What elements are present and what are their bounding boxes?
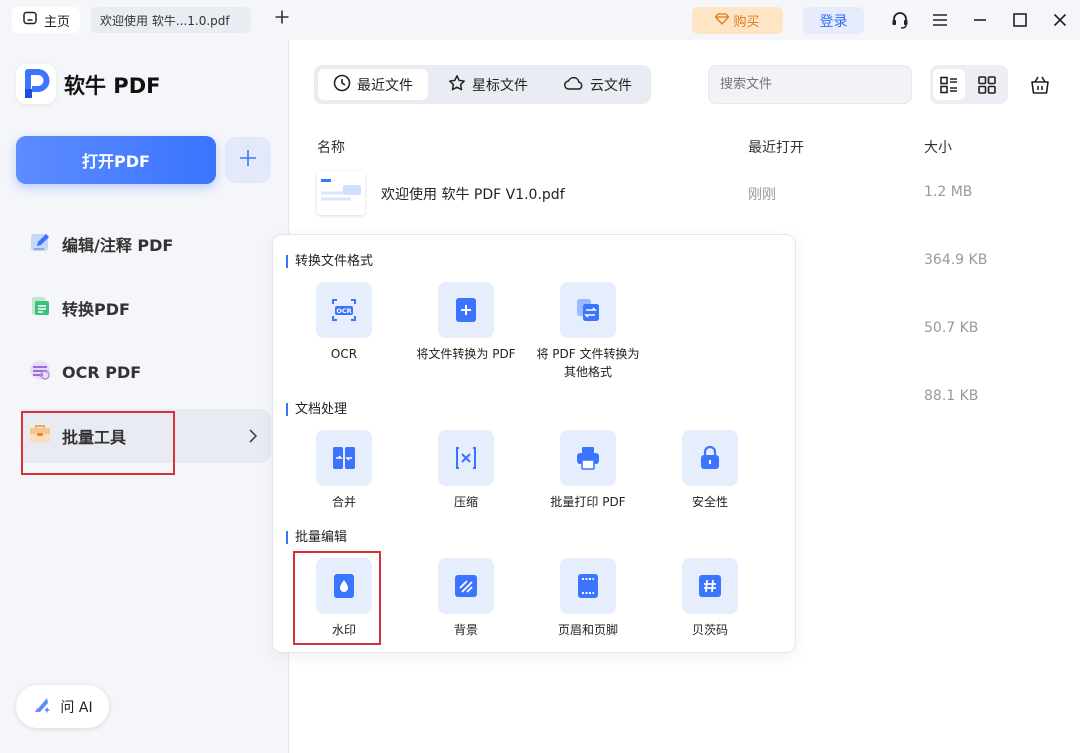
tab-cloud-files[interactable]: 云文件: [550, 69, 646, 100]
svg-text:OCR: OCR: [336, 307, 351, 315]
sidebar-item-label: 转换PDF: [62, 300, 130, 319]
file-opened: 刚刚: [748, 187, 776, 203]
tool-security[interactable]: 安全性: [655, 430, 765, 511]
minimize-icon[interactable]: [969, 9, 991, 31]
tool-batch-print[interactable]: 批量打印 PDF: [533, 430, 643, 511]
buy-label: 购买: [733, 15, 760, 30]
tool-compress[interactable]: 压缩: [411, 430, 521, 511]
tool-label: OCR: [330, 347, 358, 361]
search-input[interactable]: [708, 65, 912, 104]
tool-label: 压缩: [453, 495, 478, 509]
tab-label: 最近文件: [357, 77, 413, 94]
highlight-batch-tools: [21, 411, 175, 475]
merge-icon: [316, 430, 372, 486]
add-button[interactable]: [225, 137, 271, 183]
edit-icon: [28, 230, 52, 258]
tool-label: 将 PDF 文件转换为 其他格式: [536, 347, 640, 379]
clock-icon: [333, 74, 351, 96]
tab-home-label: 主页: [44, 14, 71, 30]
menu-icon[interactable]: [929, 9, 951, 31]
recycle-bin-icon[interactable]: [1028, 73, 1052, 97]
sidebar-item-convert[interactable]: 转换PDF: [22, 281, 271, 335]
column-header-name[interactable]: 名称: [317, 137, 345, 157]
compress-icon: [438, 430, 494, 486]
plus-icon: [274, 6, 290, 31]
tab-starred-files[interactable]: 星标文件: [436, 69, 540, 100]
tool-file-to-pdf[interactable]: 将文件转换为 PDF: [411, 282, 521, 363]
column-header-size[interactable]: 大小: [924, 137, 952, 157]
ai-sparkle-icon: [32, 695, 52, 719]
app-name: 软牛 PDF: [64, 74, 161, 98]
ask-ai-button[interactable]: 问 AI: [16, 685, 109, 728]
home-icon: [22, 10, 38, 30]
support-headset-icon[interactable]: [889, 9, 911, 31]
star-icon: [448, 74, 466, 96]
bates-number-icon: [682, 558, 738, 614]
convert-icon: [28, 294, 52, 322]
file-size: 88.1 KB: [924, 388, 979, 404]
file-thumbnail: [317, 171, 365, 215]
cloud-icon: [564, 75, 584, 95]
tool-merge[interactable]: 合并: [289, 430, 399, 511]
file-size: 50.7 KB: [924, 320, 979, 336]
tool-label: 合并: [331, 495, 356, 509]
section-title-batch-edit: 批量编辑: [286, 531, 347, 544]
diamond-icon: [715, 12, 730, 29]
background-icon: [438, 558, 494, 614]
tool-label: 安全性: [691, 495, 728, 509]
sidebar-item-edit[interactable]: 编辑/注释 PDF: [22, 217, 271, 271]
list-view-icon[interactable]: [933, 69, 965, 100]
tool-label: 背景: [453, 623, 478, 637]
tab-document[interactable]: 欢迎使用 软牛...1.0.pdf: [91, 7, 251, 33]
tab-label: 星标文件: [472, 77, 528, 94]
tool-label: 页眉和页脚: [557, 623, 618, 637]
plus-icon: [238, 145, 258, 175]
section-title-convert: 转换文件格式: [286, 255, 373, 268]
file-size: 1.2 MB: [924, 184, 973, 200]
section-title-process: 文档处理: [286, 403, 347, 416]
tab-label: 云文件: [590, 77, 632, 94]
highlight-watermark: [293, 551, 381, 645]
maximize-icon[interactable]: [1009, 9, 1031, 31]
sidebar-item-label: 编辑/注释 PDF: [62, 236, 174, 255]
sidebar-item-ocr[interactable]: OCR PDF: [22, 345, 271, 399]
tool-label: 将文件转换为 PDF: [416, 347, 516, 361]
chevron-right-icon: [244, 427, 262, 445]
tool-background[interactable]: 背景: [411, 558, 521, 639]
tab-recent-files[interactable]: 最近文件: [318, 69, 428, 100]
ask-ai-label: 问 AI: [60, 699, 93, 716]
sidebar-item-label: OCR PDF: [62, 362, 142, 382]
header-footer-icon: [560, 558, 616, 614]
buy-button[interactable]: 购买: [692, 7, 783, 34]
tool-ocr[interactable]: OCR OCR: [289, 282, 399, 363]
file-name: 欢迎使用 软牛 PDF V1.0.pdf: [381, 187, 565, 203]
open-pdf-button[interactable]: 打开PDF: [16, 136, 216, 184]
grid-view-icon[interactable]: [971, 69, 1003, 100]
ocr-icon: OCR: [316, 282, 372, 338]
close-icon[interactable]: [1049, 9, 1071, 31]
add-file-icon: [438, 282, 494, 338]
new-tab-button[interactable]: [272, 9, 292, 31]
tool-header-footer[interactable]: 页眉和页脚: [533, 558, 643, 639]
tool-bates-number[interactable]: 贝茨码: [655, 558, 765, 639]
ocr-icon: [28, 358, 52, 386]
lock-icon: [682, 430, 738, 486]
tool-label: 贝茨码: [691, 623, 728, 637]
tab-home[interactable]: 主页: [12, 7, 80, 33]
tool-label: 批量打印 PDF: [550, 495, 626, 509]
tab-document-label: 欢迎使用 软牛...1.0.pdf: [100, 13, 230, 28]
tool-pdf-to-other[interactable]: 将 PDF 文件转换为 其他格式: [533, 282, 643, 381]
printer-icon: [560, 430, 616, 486]
file-size: 364.9 KB: [924, 252, 988, 268]
column-header-opened[interactable]: 最近打开: [748, 137, 804, 157]
convert-file-icon: [560, 282, 616, 338]
login-button[interactable]: 登录: [803, 7, 864, 34]
app-logo: [16, 64, 56, 104]
